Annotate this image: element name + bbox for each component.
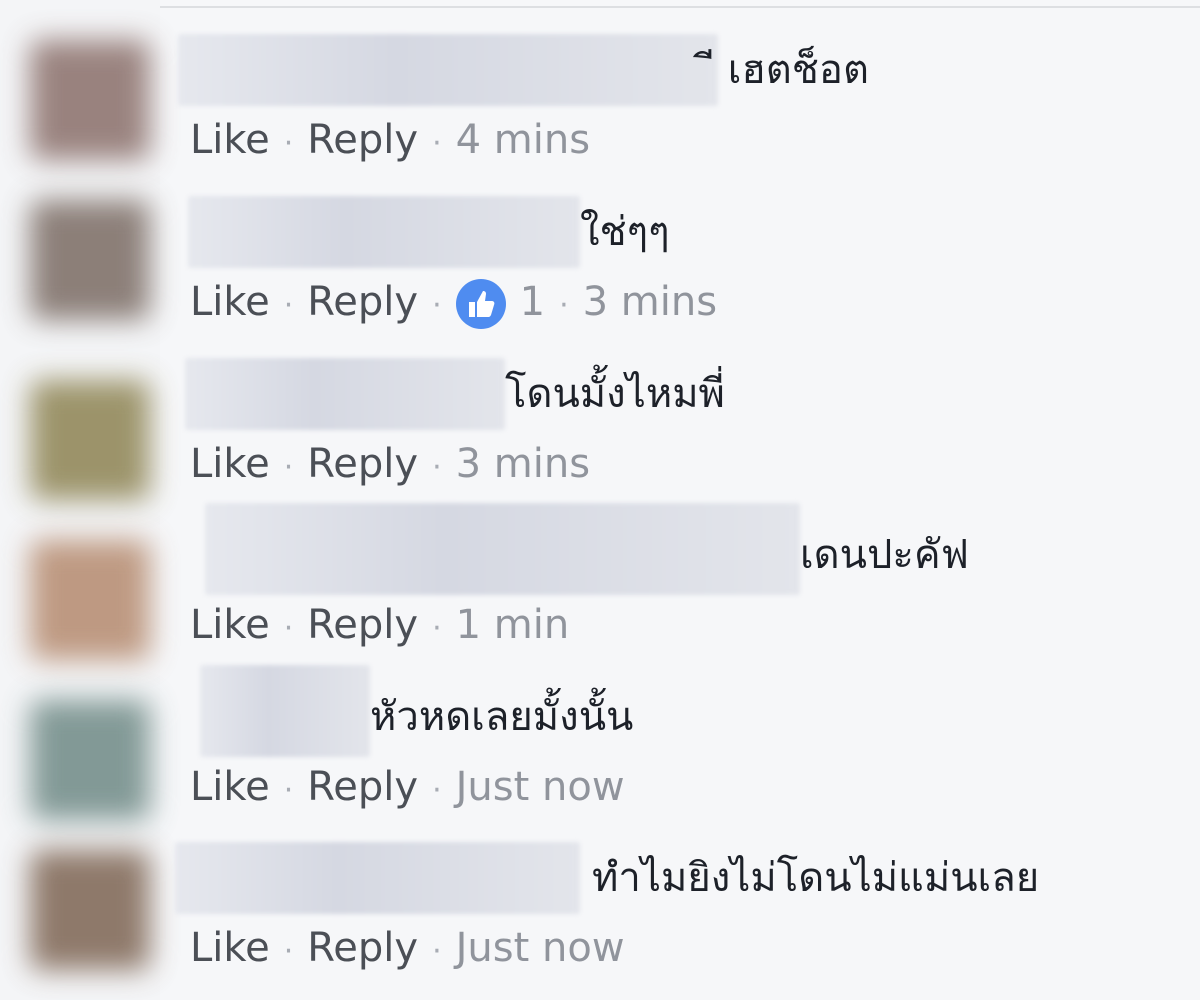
separator: ·	[283, 450, 294, 485]
timestamp[interactable]: 3 mins	[583, 279, 717, 325]
comment: โดนมั้งไหมพี่ Like · Reply · 3 mins	[160, 354, 1200, 514]
separator: ·	[432, 450, 442, 485]
comment-actions: Like · Reply · 4 mins	[190, 100, 590, 180]
like-count[interactable]: 1	[520, 279, 545, 325]
timestamp[interactable]: 4 mins	[456, 117, 590, 163]
comment-actions: Like · Reply · Just now	[190, 747, 625, 827]
separator: ·	[432, 773, 442, 808]
reply-button[interactable]: Reply	[307, 279, 418, 325]
avatar[interactable]	[30, 200, 150, 320]
like-button[interactable]: Like	[190, 441, 270, 487]
author-name-redacted[interactable]	[175, 842, 580, 914]
like-button[interactable]: Like	[190, 764, 270, 810]
separator: ·	[432, 934, 442, 969]
avatar[interactable]	[30, 40, 150, 160]
separator: ·	[283, 934, 294, 969]
separator: ·	[283, 611, 294, 646]
comment-actions: Like · Reply · 1 min	[190, 585, 569, 665]
timestamp[interactable]: 3 mins	[456, 441, 590, 487]
avatar[interactable]	[30, 700, 150, 820]
comment-text: เดนปะคัฟ	[800, 532, 969, 578]
avatar[interactable]	[30, 540, 150, 660]
reply-button[interactable]: Reply	[307, 764, 418, 810]
author-name-redacted[interactable]	[188, 196, 580, 268]
comment-text: ทำไมยิงไม่โดนไม่แม่นเลย	[592, 855, 1040, 901]
separator: ·	[283, 126, 294, 161]
like-button[interactable]: Like	[190, 117, 270, 163]
author-name-redacted[interactable]	[178, 34, 718, 106]
thumbs-up-icon[interactable]	[455, 279, 506, 329]
reply-button[interactable]: Reply	[307, 602, 418, 648]
reply-button[interactable]: Reply	[307, 441, 418, 487]
reply-button[interactable]: Reply	[307, 117, 418, 163]
timestamp[interactable]: Just now	[456, 764, 625, 810]
comment: ทำไมยิงไม่โดนไม่แม่นเลย Like · Reply · Just …	[160, 838, 1200, 998]
author-name-redacted[interactable]	[200, 665, 370, 757]
comment-text: ใช่ๆๆ	[580, 209, 670, 255]
separator: ·	[559, 288, 569, 323]
timestamp[interactable]: 1 min	[456, 602, 570, 648]
comment: ี เฮตช็อต Like · Reply · 4 mins	[160, 30, 1200, 190]
comment: หัวหดเลยมั้งนั้น Like · Reply · Just now	[160, 665, 1200, 837]
author-name-redacted[interactable]	[205, 503, 800, 595]
timestamp[interactable]: Just now	[456, 925, 625, 971]
separator: ·	[432, 126, 442, 161]
comment-text: หัวหดเลยมั้งนั้น	[370, 694, 634, 740]
comment-actions: Like · Reply · 1 · 3 mins	[190, 262, 717, 342]
separator: ·	[283, 773, 294, 808]
comment: เดนปะคัฟ Like · Reply · 1 min	[160, 503, 1200, 675]
avatar-column	[0, 0, 160, 1000]
comment: ใช่ๆๆ Like · Reply · 1 · 3 mins	[160, 192, 1200, 352]
comment-text: ี เฮตช็อต	[715, 47, 869, 93]
separator: ·	[432, 288, 442, 323]
section-divider	[160, 0, 1200, 8]
reply-button[interactable]: Reply	[307, 925, 418, 971]
separator: ·	[432, 611, 442, 646]
avatar[interactable]	[30, 850, 150, 970]
comment-actions: Like · Reply · 3 mins	[190, 424, 590, 504]
comment-actions: Like · Reply · Just now	[190, 908, 625, 988]
separator: ·	[283, 288, 294, 323]
like-button[interactable]: Like	[190, 279, 270, 325]
like-button[interactable]: Like	[190, 925, 270, 971]
author-name-redacted[interactable]	[185, 358, 505, 430]
like-button[interactable]: Like	[190, 602, 270, 648]
avatar[interactable]	[30, 380, 150, 500]
comment-text: โดนมั้งไหมพี่	[505, 371, 725, 417]
